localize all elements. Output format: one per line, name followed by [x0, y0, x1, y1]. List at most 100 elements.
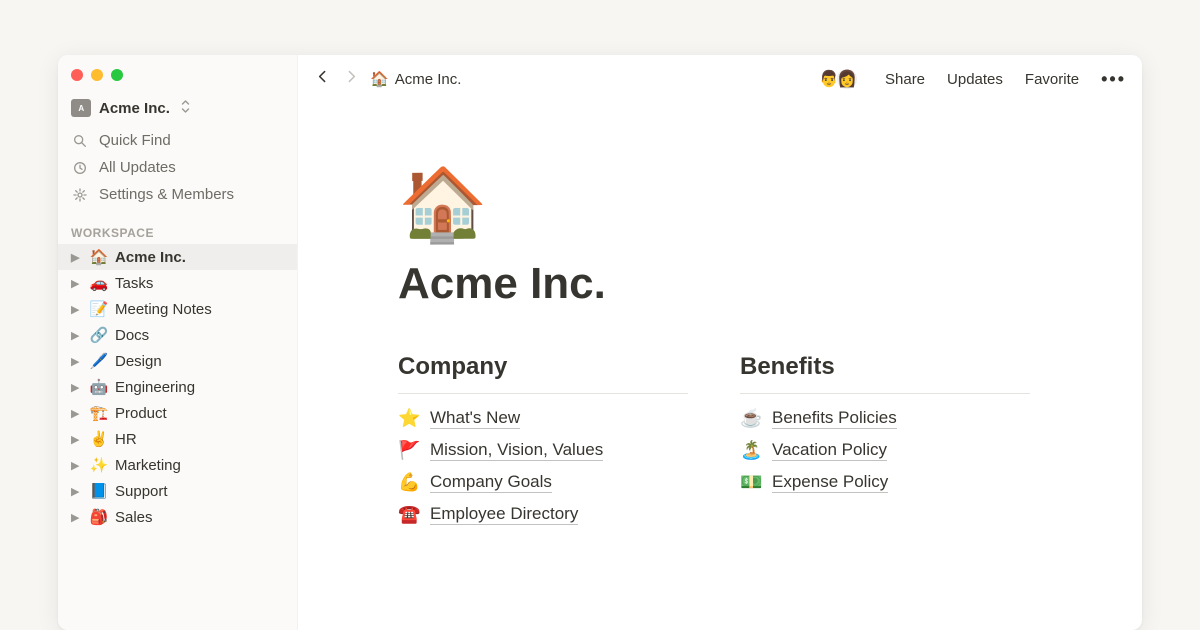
more-menu-button[interactable]: ••• [1101, 69, 1126, 90]
content-column: Company ⭐ What's New 🚩 Mission, Vision, Valu… [398, 353, 688, 536]
page-emoji-icon: 📝 [89, 300, 109, 318]
clock-icon [71, 160, 89, 176]
favorite-button[interactable]: Favorite [1025, 71, 1079, 88]
sidebar-item-label: Marketing [115, 457, 181, 474]
minimize-window-button[interactable] [91, 69, 103, 81]
page-emoji-icon: 🤖 [89, 378, 109, 396]
sidebar-item-label: Tasks [115, 275, 153, 292]
page-link[interactable]: 🚩 Mission, Vision, Values [398, 440, 688, 461]
sidebar-item-label: Engineering [115, 379, 195, 396]
nav-arrows [314, 68, 360, 90]
link-emoji-icon: 🚩 [398, 440, 420, 461]
page-link[interactable]: ☎️Employee Directory [398, 504, 688, 525]
page-emoji-icon: 🏠 [89, 248, 109, 266]
workspace-section-label: WORKSPACE [58, 208, 297, 244]
forward-button[interactable] [343, 68, 360, 90]
sidebar-item-label: Support [115, 483, 168, 500]
chevron-updown-icon [180, 100, 191, 116]
avatar: 👩 [835, 67, 859, 91]
link-emoji-icon: 💵 [740, 472, 762, 493]
page-link[interactable]: 🏝️ Vacation Policy [740, 440, 1030, 461]
top-actions: Share Updates Favorite ••• [885, 69, 1126, 90]
sidebar: A Acme Inc. Quick Find All Updates Setti… [58, 55, 298, 630]
page-tree: ▶🏠Acme Inc.▶🚗Tasks▶📝Meeting Notes▶🔗Docs▶… [58, 244, 297, 530]
sidebar-item[interactable]: ▶ ✨ Marketing [58, 452, 297, 478]
link-label: What's New [430, 408, 520, 429]
page-content: 🏠 Acme Inc. Company ⭐ What's New 🚩 Mission, … [298, 99, 1142, 536]
link-label: Employee Directory [430, 504, 578, 525]
sidebar-item-label: Design [115, 353, 162, 370]
topbar: 🏠 Acme Inc. 👨 👩 Share Updates Favorite •… [298, 55, 1142, 99]
caret-right-icon: ▶ [71, 511, 83, 524]
share-button[interactable]: Share [885, 71, 925, 88]
content-columns: Company ⭐ What's New 🚩 Mission, Vision, Valu… [398, 353, 1142, 536]
link-emoji-icon: 🏝️ [740, 440, 762, 461]
content-column: Benefits ☕Benefits Policies 🏝️ Vacation Pol… [740, 353, 1030, 536]
sidebar-item[interactable]: ▶🏠Acme Inc. [58, 244, 297, 270]
back-button[interactable] [314, 68, 331, 90]
sidebar-item[interactable]: ▶🤖Engineering [58, 374, 297, 400]
page-emoji-icon: 🎒 [89, 508, 109, 526]
updates-button[interactable]: Updates [947, 71, 1003, 88]
page-link[interactable]: ⭐ What's New [398, 408, 688, 429]
sidebar-item[interactable]: ▶📘Support [58, 478, 297, 504]
all-updates[interactable]: All Updates [58, 154, 297, 181]
sidebar-item[interactable]: ▶ 🏗️ Product [58, 400, 297, 426]
link-label: Company Goals [430, 472, 552, 493]
sidebar-item[interactable]: ▶ 🔗 Docs [58, 322, 297, 348]
sidebar-item[interactable]: ▶🚗Tasks [58, 270, 297, 296]
breadcrumb[interactable]: 🏠 Acme Inc. [370, 70, 461, 88]
link-emoji-icon: ⭐ [398, 408, 420, 429]
sidebar-item-label: HR [115, 431, 137, 448]
page-icon[interactable]: 🏠 [398, 169, 1142, 241]
app-window: A Acme Inc. Quick Find All Updates Setti… [58, 55, 1142, 630]
main-area: 🏠 Acme Inc. 👨 👩 Share Updates Favorite •… [298, 55, 1142, 630]
page-title[interactable]: Acme Inc. [398, 259, 1142, 309]
sidebar-item-label: Docs [115, 327, 149, 344]
link-label: Expense Policy [772, 472, 888, 493]
page-emoji-icon: 🖊️ [89, 352, 109, 370]
page-emoji-icon: 🚗 [89, 274, 109, 292]
gear-icon [71, 187, 89, 203]
close-window-button[interactable] [71, 69, 83, 81]
page-link[interactable]: ☕Benefits Policies [740, 408, 1030, 429]
breadcrumb-label: Acme Inc. [395, 71, 462, 88]
sidebar-item[interactable]: ▶✌️HR [58, 426, 297, 452]
page-emoji-icon: 📘 [89, 482, 109, 500]
page-emoji-icon: 🏗️ [89, 404, 109, 422]
caret-right-icon: ▶ [71, 251, 83, 264]
link-label: Mission, Vision, Values [430, 440, 603, 461]
settings-members[interactable]: Settings & Members [58, 181, 297, 208]
collaborator-avatars[interactable]: 👨 👩 [817, 67, 859, 91]
caret-right-icon: ▶ [71, 303, 83, 316]
link-label: Vacation Policy [772, 440, 887, 461]
link-emoji-icon: 💪 [398, 472, 420, 493]
sidebar-item-label: Meeting Notes [115, 301, 212, 318]
caret-right-icon: ▶ [71, 407, 83, 420]
workspace-name: Acme Inc. [99, 100, 170, 117]
column-heading: Company [398, 353, 688, 394]
sidebar-item-label: Product [115, 405, 167, 422]
workspace-icon: A [71, 99, 91, 117]
caret-right-icon: ▶ [71, 459, 83, 472]
maximize-window-button[interactable] [111, 69, 123, 81]
sidebar-item[interactable]: ▶ 🎒 Sales [58, 504, 297, 530]
sidebar-item[interactable]: ▶ 📝 Meeting Notes [58, 296, 297, 322]
search-icon [71, 133, 89, 149]
page-link[interactable]: 💵 Expense Policy [740, 472, 1030, 493]
caret-right-icon: ▶ [71, 329, 83, 342]
sidebar-item-label: Sales [115, 509, 153, 526]
column-heading: Benefits [740, 353, 1030, 394]
traffic-lights [58, 65, 297, 95]
settings-label: Settings & Members [99, 186, 234, 203]
link-emoji-icon: ☕ [740, 408, 762, 429]
all-updates-label: All Updates [99, 159, 176, 176]
caret-right-icon: ▶ [71, 433, 83, 446]
page-link[interactable]: 💪 Company Goals [398, 472, 688, 493]
workspace-switcher[interactable]: A Acme Inc. [58, 95, 297, 127]
sidebar-item[interactable]: ▶ 🖊️ Design [58, 348, 297, 374]
page-emoji-icon: ✨ [89, 456, 109, 474]
page-emoji-icon: 🔗 [89, 326, 109, 344]
caret-right-icon: ▶ [71, 355, 83, 368]
quick-find[interactable]: Quick Find [58, 127, 297, 154]
